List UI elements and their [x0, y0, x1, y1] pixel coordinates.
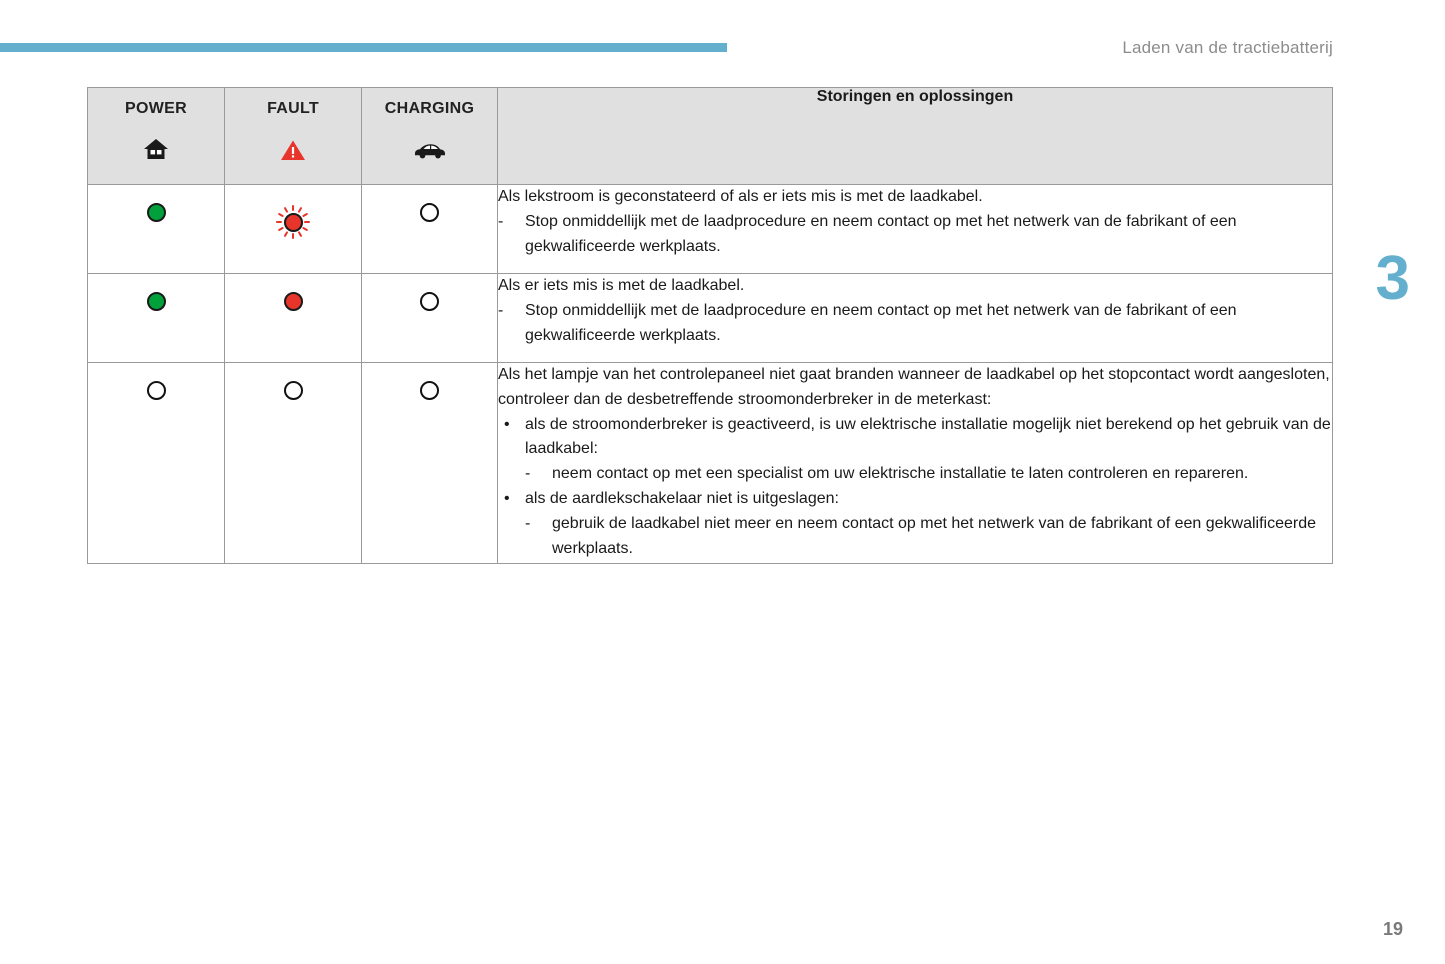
list-marker: • [504, 415, 510, 433]
description-line: Als lekstroom is geconstateerd of als er… [498, 188, 983, 205]
list-marker: - [525, 514, 531, 532]
table-header-row: POWER FAULT CHARGING Storingen en oploss… [87, 87, 1333, 185]
list-text: neem contact op met een specialist om uw… [552, 465, 1249, 483]
column-header-power-label: POWER [125, 100, 187, 117]
fault-indicator-table: POWER FAULT CHARGING Storingen en oploss… [87, 87, 1333, 564]
description-line: • als de aardlekschakelaar niet is uitge… [498, 487, 1332, 512]
chapter-number: 3 [1375, 244, 1410, 313]
table-row: Als het lampje van het controlepaneel ni… [87, 362, 1333, 564]
list-text: gebruik de laadkabel niet meer en neem c… [552, 514, 1317, 557]
page-number: 19 [1382, 919, 1403, 939]
page-title: Laden van de tractiebatterij [1122, 38, 1333, 57]
indicator-cell-fault [224, 184, 362, 274]
indicator-cell-power [87, 273, 225, 363]
lamp-red-blinking-icon [274, 203, 312, 241]
header-accent-bar [0, 43, 727, 52]
lamp-green-on-icon [146, 203, 166, 222]
list-marker: • [504, 489, 510, 507]
warning-triangle-icon [225, 130, 361, 170]
indicator-cell-power [87, 362, 225, 564]
column-header-power: POWER [87, 87, 225, 185]
indicator-cell-fault [224, 273, 362, 363]
lamp-red-on-icon [283, 292, 303, 311]
description-line: - Stop onmiddellijk met de laadprocedure… [498, 299, 1332, 349]
lamp-green-on-icon [146, 292, 166, 311]
description-line: Als het lampje van het controlepaneel ni… [498, 366, 1330, 408]
list-text: Stop onmiddellijk met de laadprocedure e… [525, 301, 1237, 344]
indicator-cell-power [87, 184, 225, 274]
list-text: als de stroomonderbreker is geactiveerd,… [525, 415, 1331, 458]
list-marker: - [525, 465, 531, 483]
description-line: - gebruik de laadkabel niet meer en neem… [498, 512, 1332, 562]
indicator-cell-fault [224, 362, 362, 564]
indicator-cell-charging [361, 362, 498, 564]
car-icon [362, 130, 497, 170]
description-line: Als er iets mis is met de laadkabel. [498, 277, 745, 294]
column-header-charging: CHARGING [361, 87, 498, 185]
lamp-off-icon [146, 381, 166, 400]
row-description: Als er iets mis is met de laadkabel. - S… [497, 273, 1333, 363]
list-text: als de aardlekschakelaar niet is uitgesl… [525, 489, 839, 507]
description-line: - Stop onmiddellijk met de laadprocedure… [498, 210, 1332, 260]
lamp-off-icon [420, 292, 439, 311]
lamp-off-icon [420, 381, 439, 400]
table-row: Als lekstroom is geconstateerd of als er… [87, 184, 1333, 274]
indicator-cell-charging [361, 184, 498, 274]
description-line: - neem contact op met een specialist om … [498, 462, 1332, 487]
list-marker: - [498, 301, 504, 319]
lamp-off-icon [420, 203, 439, 222]
description-line: • als de stroomonderbreker is geactiveer… [498, 413, 1332, 463]
column-header-description: Storingen en oplossingen [497, 87, 1333, 185]
house-icon [88, 130, 224, 170]
row-description: Als lekstroom is geconstateerd of als er… [497, 184, 1333, 274]
column-header-fault-label: FAULT [267, 100, 319, 117]
indicator-cell-charging [361, 273, 498, 363]
column-header-fault: FAULT [224, 87, 362, 185]
column-header-charging-label: CHARGING [384, 100, 475, 117]
list-text: Stop onmiddellijk met de laadprocedure e… [525, 212, 1237, 255]
table-row: Als er iets mis is met de laadkabel. - S… [87, 273, 1333, 363]
column-header-description-label: Storingen en oplossingen [816, 88, 1014, 105]
row-description: Als het lampje van het controlepaneel ni… [497, 362, 1333, 564]
lamp-off-icon [283, 381, 303, 400]
list-marker: - [498, 212, 504, 230]
